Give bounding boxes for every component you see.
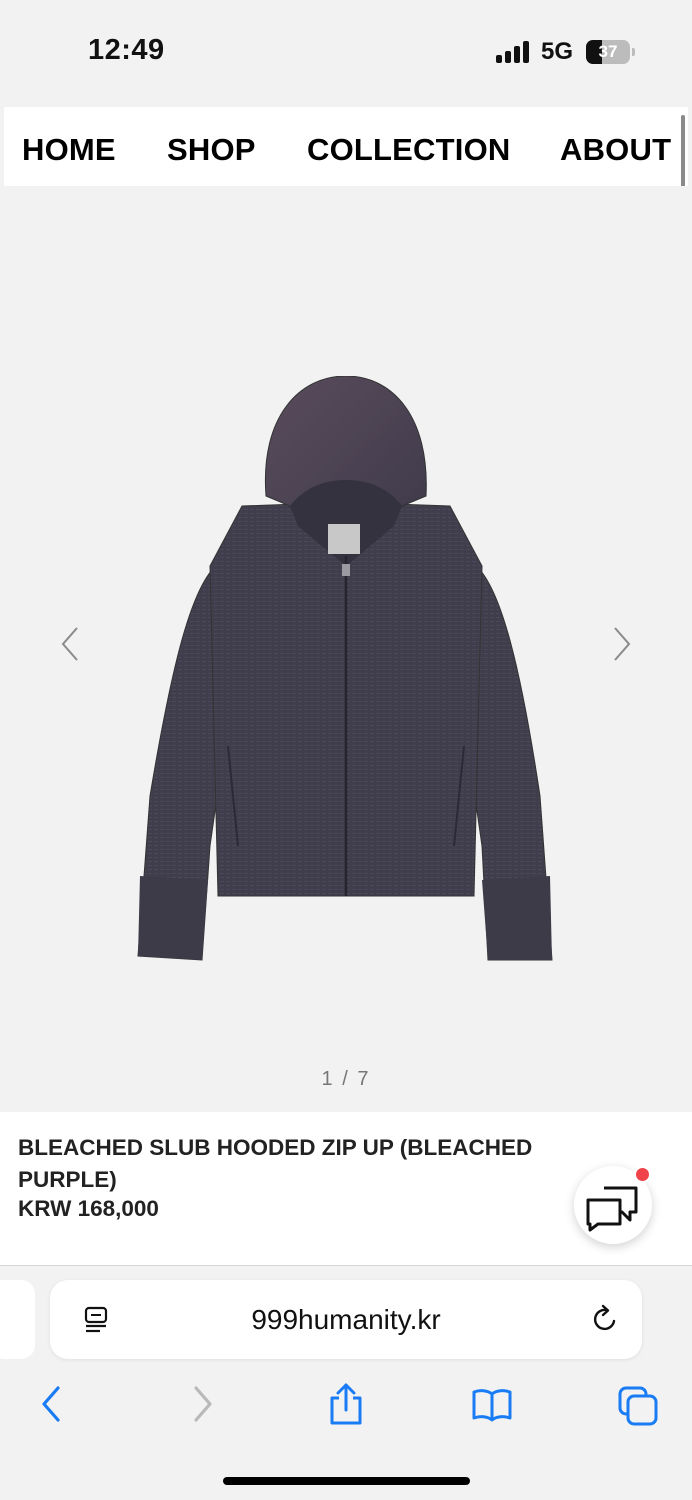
product-image[interactable] — [130, 376, 562, 976]
product-gallery[interactable]: 1 / 7 — [0, 186, 692, 1112]
chevron-right-icon[interactable] — [607, 624, 637, 664]
bookmarks-icon[interactable] — [472, 1382, 512, 1426]
product-name: BLEACHED SLUB HOODED ZIP UP (BLEACHED PU… — [18, 1135, 533, 1192]
image-counter: 1 / 7 — [321, 1068, 371, 1090]
nav-item-collection[interactable]: COLLECTION — [307, 107, 511, 193]
top-nav: HOME SHOP COLLECTION ABOUT — [4, 107, 688, 186]
browser-chrome: 999humanity.kr — [0, 1265, 692, 1500]
battery-cap — [632, 48, 635, 56]
battery-level: 37 — [598, 42, 618, 61]
chevron-left-icon[interactable] — [55, 624, 85, 664]
share-icon[interactable] — [326, 1382, 366, 1426]
previous-tab-preview[interactable] — [0, 1280, 35, 1359]
forward-arrow-icon[interactable] — [182, 1382, 222, 1426]
nav-item-shop[interactable]: SHOP — [167, 107, 256, 193]
home-indicator[interactable] — [223, 1477, 470, 1485]
back-arrow-icon[interactable] — [32, 1382, 72, 1426]
url-text[interactable]: 999humanity.kr — [50, 1280, 642, 1359]
reload-icon[interactable] — [590, 1304, 620, 1334]
status-time: 12:49 — [88, 34, 165, 66]
address-bar[interactable]: 999humanity.kr — [50, 1280, 642, 1359]
tabs-icon[interactable] — [618, 1382, 658, 1426]
nav-item-home[interactable]: HOME — [22, 107, 116, 193]
nav-item-about[interactable]: ABOUT — [560, 107, 671, 193]
status-bar: 12:49 5G 37 — [0, 0, 692, 100]
cellular-signal-icon — [496, 41, 530, 63]
battery-icon: 37 — [586, 40, 630, 64]
product-price: KRW 168,000 — [18, 1196, 159, 1221]
network-type: 5G — [541, 38, 574, 65]
chat-notification-badge — [634, 1166, 651, 1183]
page-scrollbar[interactable] — [681, 115, 685, 195]
